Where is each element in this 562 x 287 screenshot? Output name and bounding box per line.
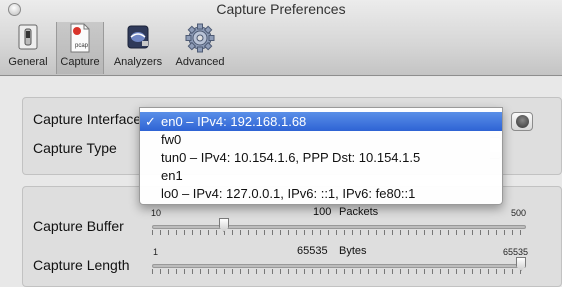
length-slider-track bbox=[152, 264, 526, 268]
gear-icon bbox=[185, 23, 215, 53]
toolbar-general[interactable]: General bbox=[4, 22, 52, 74]
capture-length-slider[interactable] bbox=[152, 256, 526, 276]
toolbar-advanced[interactable]: Advanced bbox=[172, 22, 228, 74]
toolbar-advanced-label: Advanced bbox=[175, 56, 225, 68]
pcap-badge: pcap bbox=[75, 43, 89, 49]
window-toolbar: Capture Preferences General pcap Capture… bbox=[0, 0, 562, 76]
switch-icon bbox=[18, 24, 38, 50]
menu-item-label: lo0 – IPv4: 127.0.0.1, IPv6: ::1, IPv6: … bbox=[161, 186, 416, 201]
analyzer-icon bbox=[127, 25, 149, 49]
menu-item-lo0[interactable]: lo0 – IPv4: 127.0.0.1, IPv6: ::1, IPv6: … bbox=[140, 184, 502, 203]
refresh-icon bbox=[516, 115, 529, 128]
menu-item-label: en1 bbox=[161, 168, 183, 183]
capture-type-label: Capture Type bbox=[33, 140, 117, 156]
capture-interface-label: Capture Interface bbox=[33, 111, 142, 127]
capture-length-label: Capture Length bbox=[33, 257, 130, 273]
menu-item-en0[interactable]: ✓ en0 – IPv4: 192.168.1.68 bbox=[140, 112, 502, 131]
menu-item-en1[interactable]: en1 bbox=[140, 166, 502, 185]
toolbar-capture-label: Capture bbox=[60, 56, 100, 68]
toolbar-capture[interactable]: pcap Capture bbox=[56, 22, 104, 74]
toolbar-general-label: General bbox=[8, 56, 48, 68]
menu-item-label: fw0 bbox=[161, 132, 182, 147]
capture-interface-menu: ✓ en0 – IPv4: 192.168.1.68 fw0 tun0 – IP… bbox=[139, 107, 503, 205]
length-slider-ticks bbox=[152, 269, 526, 274]
refresh-interfaces-button[interactable] bbox=[511, 112, 533, 131]
menu-item-label: tun0 – IPv4: 10.154.1.6, PPP Dst: 10.154… bbox=[161, 150, 421, 165]
toolbar-analyzers[interactable]: Analyzers bbox=[108, 22, 168, 74]
capture-buffer-label: Capture Buffer bbox=[33, 218, 124, 234]
pcap-document-icon: pcap bbox=[70, 23, 90, 53]
menu-item-fw0[interactable]: fw0 bbox=[140, 130, 502, 149]
checkmark-icon: ✓ bbox=[145, 114, 156, 129]
capture-buffer-slider[interactable] bbox=[152, 217, 526, 237]
toolbar-analyzers-label: Analyzers bbox=[113, 56, 163, 68]
buffer-slider-track bbox=[152, 225, 526, 229]
window-title: Capture Preferences bbox=[216, 1, 346, 17]
menu-item-tun0[interactable]: tun0 – IPv4: 10.154.1.6, PPP Dst: 10.154… bbox=[140, 148, 502, 167]
menu-item-label: en0 – IPv4: 192.168.1.68 bbox=[161, 114, 307, 129]
buffer-slider-ticks bbox=[152, 230, 526, 235]
